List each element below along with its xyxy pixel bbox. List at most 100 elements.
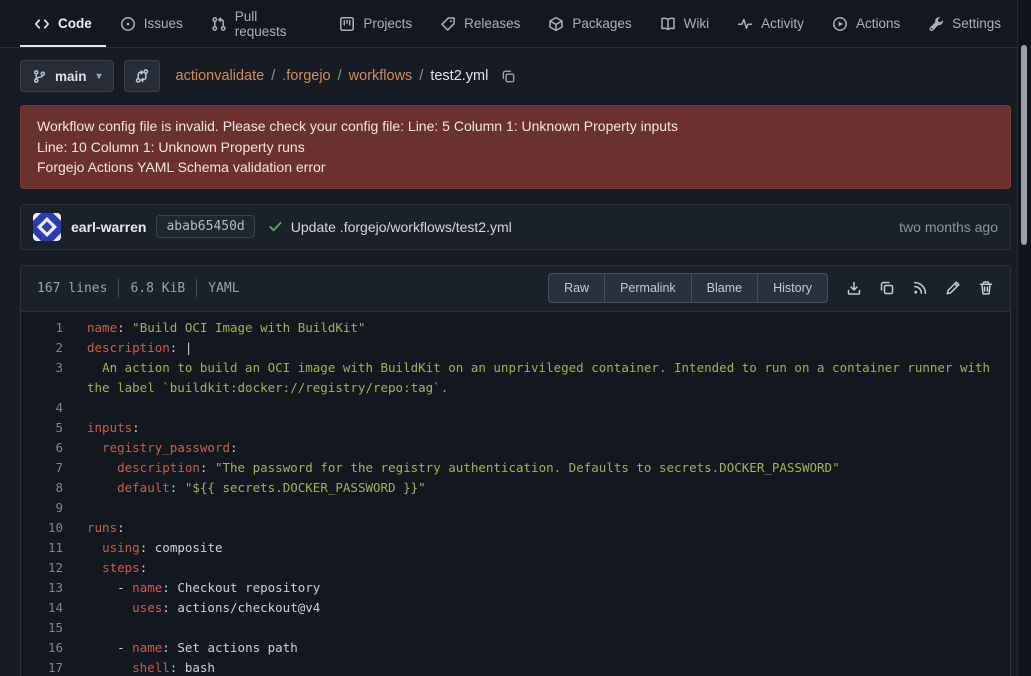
file-header: 167 lines 6.8 KiB YAML Raw Permalink Bla… [21,266,1010,312]
breadcrumb-separator: / [419,68,423,84]
line-number[interactable]: 9 [21,498,87,518]
breadcrumb-dir-link[interactable]: workflows [349,68,413,84]
code-text: - name: Set actions path [87,638,1010,658]
history-button[interactable]: History [757,274,827,302]
code-text: runs: [87,518,1010,538]
code-line: 4 [21,398,1010,418]
tab-code[interactable]: Code [20,0,106,47]
line-number[interactable]: 15 [21,618,87,638]
code-text: description: | [87,338,1010,358]
line-number[interactable]: 17 [21,658,87,676]
tab-projects[interactable]: Projects [325,0,426,47]
code-line: 8 default: "${{ secrets.DOCKER_PASSWORD … [21,478,1010,498]
breadcrumb-repo-link[interactable]: actionvalidate [176,68,265,84]
tab-actions[interactable]: Actions [818,0,914,47]
line-number[interactable]: 6 [21,438,87,458]
line-number[interactable]: 10 [21,518,87,538]
scrollbar-track[interactable] [1017,0,1031,676]
line-number[interactable]: 4 [21,398,87,418]
branch-selector[interactable]: main ▾ [20,60,114,92]
tab-label: Projects [363,16,412,31]
code-line: 13 - name: Checkout repository [21,578,1010,598]
error-line: Forgejo Actions YAML Schema validation e… [37,157,994,178]
code-viewer: 1name: "Build OCI Image with BuildKit"2d… [21,312,1010,676]
line-number[interactable]: 8 [21,478,87,498]
play-circle-icon [832,16,848,32]
tab-releases[interactable]: Releases [426,0,534,47]
delete-trash-icon[interactable] [978,280,994,296]
line-number[interactable]: 7 [21,458,87,478]
line-number[interactable]: 5 [21,418,87,438]
edit-pencil-icon[interactable] [945,280,961,296]
code-line: 5inputs: [21,418,1010,438]
error-line: Workflow config file is invalid. Please … [37,116,994,137]
branch-icon [32,69,47,84]
issue-icon [120,16,136,32]
code-line: 17 shell: bash [21,658,1010,676]
code-text [87,618,1010,638]
file-meta: 167 lines 6.8 KiB YAML [37,279,240,297]
code-text: shell: bash [87,658,1010,676]
scrollbar-thumb[interactable] [1021,45,1027,245]
file-icon-actions [846,280,994,296]
code-line: 6 registry_password: [21,438,1010,458]
tab-label: Wiki [684,16,710,31]
commit-time: two months ago [899,219,998,235]
tools-icon [928,16,944,32]
code-line: 7 description: "The password for the reg… [21,458,1010,478]
avatar[interactable] [33,213,61,241]
download-icon[interactable] [846,280,862,296]
code-text: - name: Checkout repository [87,578,1010,598]
tab-label: Pull requests [235,9,312,39]
tab-activity[interactable]: Activity [723,0,818,47]
commit-message[interactable]: Update .forgejo/workflows/test2.yml [291,219,512,235]
tab-label: Releases [464,16,520,31]
tab-label: Issues [144,16,183,31]
line-number[interactable]: 14 [21,598,87,618]
commit-status-check-icon[interactable] [268,219,283,234]
breadcrumb-current-file: test2.yml [430,68,488,84]
tab-label: Actions [856,16,900,31]
commit-author[interactable]: earl-warren [71,219,146,235]
line-number[interactable]: 2 [21,338,87,358]
repo-tab-bar: Code Issues Pull requests Projects Relea… [0,0,1031,48]
tab-settings[interactable]: Settings [914,0,1015,47]
rss-feed-icon[interactable] [912,280,928,296]
tab-pull-requests[interactable]: Pull requests [197,0,326,47]
file-view: 167 lines 6.8 KiB YAML Raw Permalink Bla… [20,265,1011,676]
line-number[interactable]: 12 [21,558,87,578]
copy-path-icon[interactable] [501,69,516,84]
tag-icon [440,16,456,32]
meta-divider [118,279,119,297]
line-number[interactable]: 3 [21,358,87,398]
copy-content-icon[interactable] [879,280,895,296]
tab-issues[interactable]: Issues [106,0,197,47]
line-number[interactable]: 11 [21,538,87,558]
code-text: registry_password: [87,438,1010,458]
workflow-error-banner: Workflow config file is invalid. Please … [20,105,1011,189]
pull-request-icon [211,16,227,32]
commit-hash-badge[interactable]: abab65450d [156,215,254,238]
package-icon [548,16,564,32]
raw-button[interactable]: Raw [549,274,604,302]
file-line-count: 167 lines [37,281,107,296]
projects-icon [339,16,355,32]
code-text: name: "Build OCI Image with BuildKit" [87,318,1010,338]
compare-button[interactable] [124,60,160,92]
permalink-button[interactable]: Permalink [604,274,691,302]
code-text: An action to build an OCI image with Bui… [87,358,1010,398]
code-text: using: composite [87,538,1010,558]
tab-wiki[interactable]: Wiki [646,0,724,47]
tab-label: Activity [761,16,804,31]
blame-button[interactable]: Blame [691,274,757,302]
code-text: description: "The password for the regis… [87,458,1010,478]
breadcrumb-dir-link[interactable]: .forgejo [282,68,330,84]
file-language: YAML [208,281,239,296]
line-number[interactable]: 1 [21,318,87,338]
code-text: default: "${{ secrets.DOCKER_PASSWORD }}… [87,478,1010,498]
line-number[interactable]: 16 [21,638,87,658]
code-line: 11 using: composite [21,538,1010,558]
code-text [87,498,1010,518]
line-number[interactable]: 13 [21,578,87,598]
tab-packages[interactable]: Packages [534,0,645,47]
